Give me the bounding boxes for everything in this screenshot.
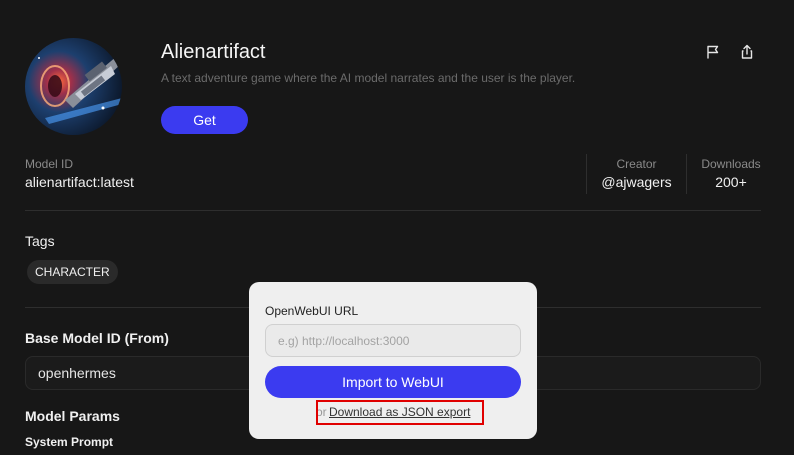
base-model-heading: Base Model ID (From) — [25, 330, 169, 346]
model-avatar — [25, 38, 122, 135]
model-description: A text adventure game where the AI model… — [161, 71, 576, 85]
creator-value[interactable]: @ajwagers — [587, 174, 686, 190]
import-to-webui-button[interactable]: Import to WebUI — [265, 366, 521, 398]
tag-chip[interactable]: CHARACTER — [27, 260, 118, 284]
downloads-label: Downloads — [701, 157, 761, 171]
model-id-value: alienartifact:latest — [25, 174, 134, 190]
model-params-heading: Model Params — [25, 408, 120, 424]
flag-button[interactable] — [703, 42, 723, 62]
share-icon — [741, 44, 753, 59]
export-popup: OpenWebUI URL Import to WebUI or Downloa… — [249, 282, 537, 439]
spaceship-image — [25, 38, 122, 135]
openwebui-url-label: OpenWebUI URL — [265, 304, 359, 318]
share-button[interactable] — [737, 42, 757, 62]
downloads-value: 200+ — [715, 174, 747, 190]
model-title: Alienartifact — [161, 41, 266, 63]
system-prompt-label: System Prompt — [25, 435, 114, 449]
section-divider — [25, 210, 761, 211]
openwebui-url-input[interactable] — [265, 324, 521, 357]
tags-heading: Tags — [25, 233, 55, 249]
flag-icon — [707, 45, 719, 59]
creator-label: Creator — [616, 157, 657, 171]
model-id-label: Model ID — [25, 157, 74, 171]
highlight-box — [316, 400, 484, 425]
get-button[interactable]: Get — [161, 106, 248, 134]
